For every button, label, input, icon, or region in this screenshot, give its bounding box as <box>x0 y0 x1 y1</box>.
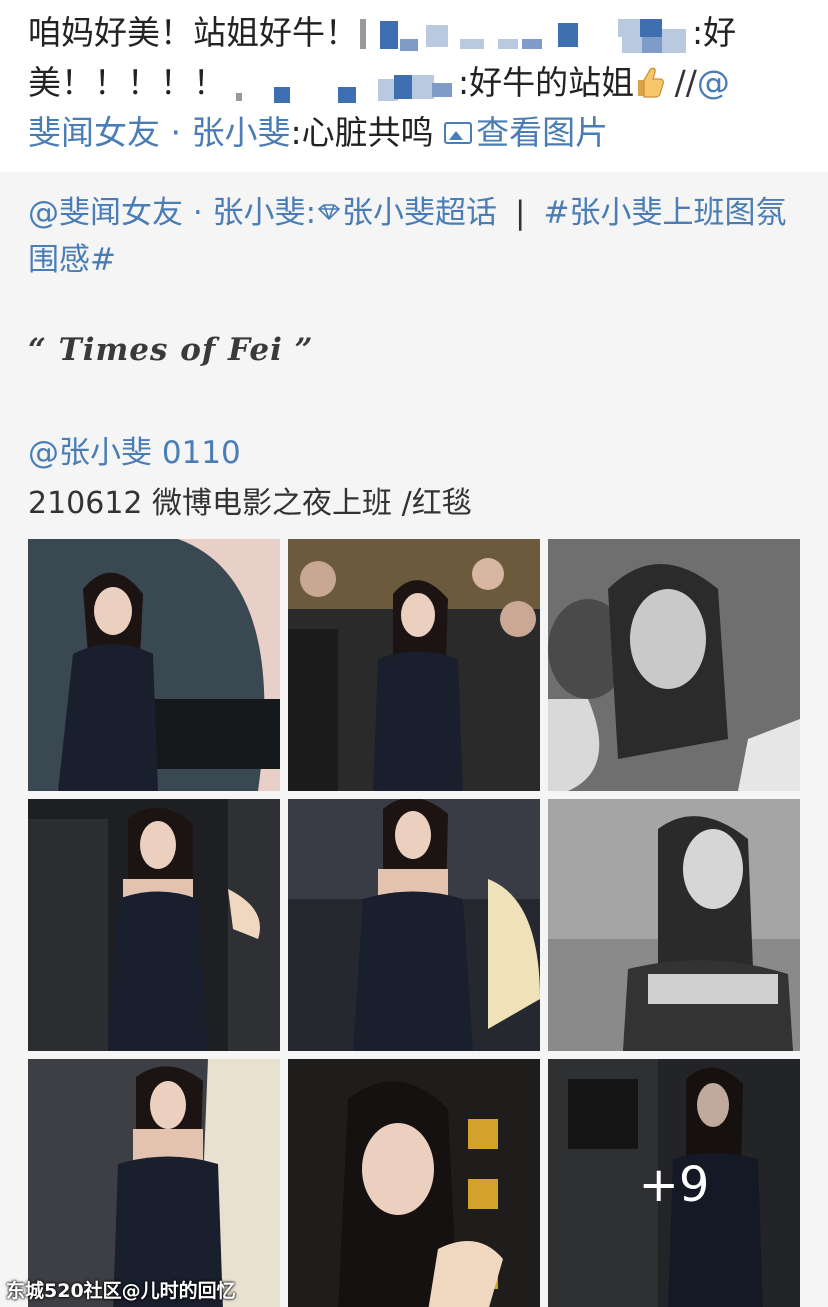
photo-thumbnail-7[interactable] <box>28 1059 280 1307</box>
repost-text-5: :心脏共鸣 <box>290 113 445 152</box>
thumbs-up-icon <box>634 62 665 98</box>
quote-text: “ Times of Fei ” <box>28 332 314 368</box>
separator: | <box>515 195 526 231</box>
repost-text-4: :好牛的站姐 <box>458 63 635 102</box>
censored-username-1 <box>360 15 690 55</box>
repost-text-3: 美！！！！！ <box>28 63 226 102</box>
more-photos-overlay[interactable]: +9 <box>548 1059 800 1307</box>
weibo-repost-page: 咱妈好美！站姐好牛！ :好 美！！！！！:好牛的站姐 //@ 斐闻女友 · 张… <box>0 0 828 1307</box>
mention-link[interactable]: 斐闻女友 · 张小斐 <box>28 113 290 152</box>
repost-slash: // <box>664 63 697 102</box>
photo-thumbnail-3[interactable] <box>548 539 800 791</box>
watermark: 东城520社区@儿时的回忆 <box>6 1280 236 1302</box>
photo-thumbnail-8[interactable] <box>288 1059 540 1307</box>
repost-comment: 咱妈好美！站姐好牛！ :好 美！！！！！:好牛的站姐 //@ 斐闻女友 · 张… <box>0 0 828 172</box>
photo-thumbnail-2[interactable] <box>288 539 540 791</box>
picture-icon <box>444 122 473 144</box>
photo-thumbnail-5[interactable] <box>288 799 540 1051</box>
photo-thumbnail-4[interactable] <box>28 799 280 1051</box>
censored-username-2 <box>228 65 456 105</box>
supertopic-link[interactable]: 张小斐超话 <box>342 195 497 231</box>
repost-text-1: 咱妈好美！站姐好牛！ <box>28 13 358 52</box>
view-pictures-link[interactable]: 查看图片 <box>444 113 608 152</box>
photo-grid: +9 <box>28 539 800 1307</box>
photo-thumbnail-6[interactable] <box>548 799 800 1051</box>
event-caption: 210612 微博电影之夜上班 /红毯 <box>28 486 472 521</box>
repost-at-symbol[interactable]: @ <box>697 63 730 102</box>
original-post[interactable]: @斐闻女友 · 张小斐: 张小斐超话 | #张小斐上班图氛围感# “ Times of… <box>0 172 828 1307</box>
original-post-text: @斐闻女友 · 张小斐: 张小斐超话 | #张小斐上班图氛围感# <box>28 190 800 284</box>
photo-thumbnail-9[interactable]: +9 <box>548 1059 800 1307</box>
diamond-icon <box>318 204 341 220</box>
user-mention-link[interactable]: @张小斐 0110 <box>28 427 241 472</box>
original-colon: : <box>305 195 317 231</box>
view-pictures-label: 查看图片 <box>476 113 609 152</box>
repost-text-2: :好 <box>692 13 737 52</box>
photo-thumbnail-1[interactable] <box>28 539 280 791</box>
original-author-link[interactable]: @斐闻女友 · 张小斐 <box>28 195 306 231</box>
